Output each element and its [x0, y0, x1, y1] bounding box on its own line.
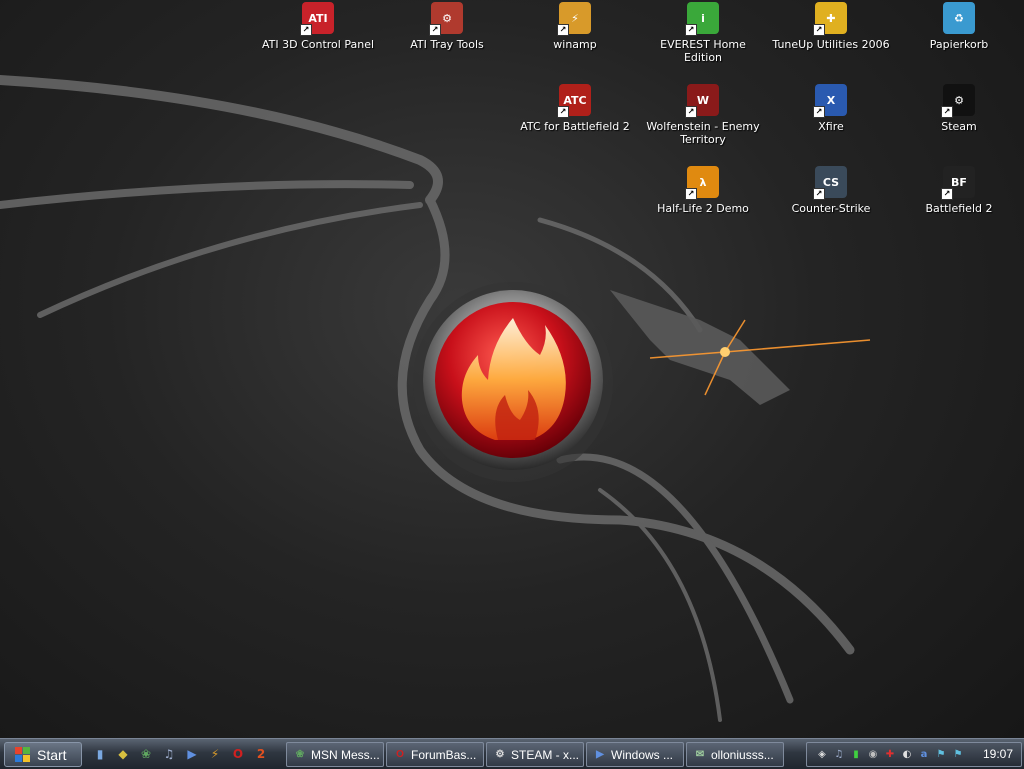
desktop-icon-label: winamp [553, 38, 597, 51]
shortcut-arrow-icon: ↗ [685, 188, 697, 200]
shortcut-arrow-icon: ↗ [685, 106, 697, 118]
mouse-icon[interactable]: ◐ [900, 747, 914, 761]
winamp-icon: ⚡ ↗ [557, 2, 591, 36]
half-life-icon: λ ↗ [685, 166, 719, 200]
desktop-icon-atc[interactable]: ATC ↗ ATC for Battlefield 2 [514, 84, 636, 133]
start-button[interactable]: Start [4, 742, 82, 767]
antivirus-icon[interactable]: ✚ [883, 747, 897, 761]
desktop[interactable]: ATI ↗ ATI 3D Control Panel ⚙ ↗ ATI Tray Tools… [0, 0, 1024, 738]
tray-app-icon[interactable]: ◈ [815, 747, 829, 761]
tuneup-icon: ✚ ↗ [813, 2, 847, 36]
atc-icon: ATC ↗ [557, 84, 591, 118]
desktop-icon-winamp[interactable]: ⚡ ↗ winamp [514, 2, 636, 51]
shortcut-arrow-icon: ↗ [813, 24, 825, 36]
desktop-icon-label: ATC for Battlefield 2 [520, 120, 630, 133]
battery-icon[interactable]: ▮ [849, 747, 863, 761]
quick-launch-media-icon[interactable]: ♫ [159, 744, 179, 764]
taskbar-button[interactable]: ✉ olloniusss... [686, 742, 784, 767]
shortcut-arrow-icon: ↗ [941, 188, 953, 200]
steam-icon: ⚙ ↗ [941, 84, 975, 118]
desktop-icon-label: Steam [941, 120, 977, 133]
quick-launch-windows-media-player-icon[interactable]: ▶ [182, 744, 202, 764]
desktop-icon-everest[interactable]: i ↗ EVEREST Home Edition [642, 2, 764, 64]
counter-strike-icon: CS ↗ [813, 166, 847, 200]
desktop-icon-label: ATI 3D Control Panel [261, 38, 375, 51]
msn-icon: ❀ [295, 749, 305, 760]
desktop-icon-label: Counter-Strike [791, 202, 871, 215]
steam-icon: ⚙ [495, 749, 505, 760]
everest-icon: i ↗ [685, 2, 719, 36]
battlefield-icon: BF ↗ [941, 166, 975, 200]
desktop-icon-label: TuneUp Utilities 2006 [772, 38, 890, 51]
quick-launch-opera-icon[interactable]: O [228, 744, 248, 764]
desktop-icon-tuneup[interactable]: ✚ ↗ TuneUp Utilities 2006 [770, 2, 892, 51]
desktop-icon-label: Wolfenstein - Enemy Territory [646, 120, 760, 146]
desktop-icon-steam[interactable]: ⚙ ↗ Steam [898, 84, 1020, 133]
taskbar-button[interactable]: ▶ Windows ... [586, 742, 684, 767]
desktop-icon-recycle-bin[interactable]: ♻ Papierkorb [898, 2, 1020, 51]
taskbar-button-label: STEAM - x... [511, 747, 580, 762]
desktop-icon-xfire[interactable]: X ↗ Xfire [770, 84, 892, 133]
quick-launch-quicklaunch-app-icon[interactable]: ◆ [113, 744, 133, 764]
quick-launch-winamp-icon[interactable]: ⚡ [205, 744, 225, 764]
shortcut-arrow-icon: ↗ [557, 24, 569, 36]
taskbar-button-label: MSN Mess... [311, 747, 380, 762]
taskbar-button-label: Windows ... [611, 747, 674, 762]
shortcut-arrow-icon: ↗ [813, 106, 825, 118]
shortcut-arrow-icon: ↗ [557, 106, 569, 118]
shortcut-arrow-icon: ↗ [429, 24, 441, 36]
shortcut-arrow-icon: ↗ [941, 106, 953, 118]
quick-launch-msn-icon[interactable]: ❀ [136, 744, 156, 764]
shortcut-arrow-icon: ↗ [300, 24, 312, 36]
taskbar: Start ▮ ◆ ❀ ♫ ▶ ⚡ O 2 ❀ MSN Mess... O ForumBas... ⚙… [0, 738, 1024, 769]
recycle-bin-icon: ♻ [943, 2, 975, 34]
network2-icon[interactable]: ⚑ [951, 747, 965, 761]
desktop-icon-wolfenstein[interactable]: W ↗ Wolfenstein - Enemy Territory [642, 84, 764, 146]
desktop-icon-ati[interactable]: ATI ↗ ATI 3D Control Panel [257, 2, 379, 51]
desktop-icon-half-life[interactable]: λ ↗ Half-Life 2 Demo [642, 166, 764, 215]
desktop-icon-label: Battlefield 2 [925, 202, 993, 215]
system-tray: ◈ ♫ ▮ ◉ ✚ ◐ a ⚑ ⚑ 19:07 [806, 742, 1022, 767]
ati-icon: ATI ↗ [300, 2, 334, 36]
desktop-icon-label: Half-Life 2 Demo [657, 202, 749, 215]
clock[interactable]: 19:07 [983, 747, 1013, 761]
speaker-icon[interactable]: ◉ [866, 747, 880, 761]
shortcut-arrow-icon: ↗ [813, 188, 825, 200]
windows-logo-icon [15, 746, 31, 763]
start-label: Start [37, 746, 67, 763]
quick-launch-battlefield-icon[interactable]: 2 [251, 744, 271, 764]
wolfenstein-icon: W ↗ [685, 84, 719, 118]
taskbar-button[interactable]: ⚙ STEAM - x... [486, 742, 584, 767]
ati-tray-tools-icon: ⚙ ↗ [429, 2, 463, 36]
windows-media-player-icon: ▶ [596, 749, 604, 760]
desktop-icon-counter-strike[interactable]: CS ↗ Counter-Strike [770, 166, 892, 215]
taskbar-button-label: olloniusss... [711, 747, 774, 762]
shortcut-arrow-icon: ↗ [685, 24, 697, 36]
desktop-icon-label: EVEREST Home Edition [660, 38, 746, 64]
quick-launch-show-desktop-icon[interactable]: ▮ [90, 744, 110, 764]
headphones-icon[interactable]: ♫ [832, 747, 846, 761]
desktop-icon-label: Xfire [818, 120, 844, 133]
taskbar-button[interactable]: ❀ MSN Mess... [286, 742, 384, 767]
desktop-icon-ati-tray-tools[interactable]: ⚙ ↗ ATI Tray Tools [386, 2, 508, 51]
network-icon[interactable]: ⚑ [934, 747, 948, 761]
quick-launch-bar: ▮ ◆ ❀ ♫ ▶ ⚡ O 2 [90, 744, 271, 764]
taskbar-button-label: ForumBas... [411, 747, 477, 762]
desktop-icon-label: ATI Tray Tools [410, 38, 484, 51]
xfire-icon: X ↗ [813, 84, 847, 118]
desktop-icon-battlefield[interactable]: BF ↗ Battlefield 2 [898, 166, 1020, 215]
ati-tray-icon[interactable]: a [917, 747, 931, 761]
opera-icon: O [396, 749, 404, 760]
desktop-icon-label: Papierkorb [929, 38, 989, 51]
xfire-icon: ✉ [695, 749, 705, 760]
taskbar-button[interactable]: O ForumBas... [386, 742, 484, 767]
